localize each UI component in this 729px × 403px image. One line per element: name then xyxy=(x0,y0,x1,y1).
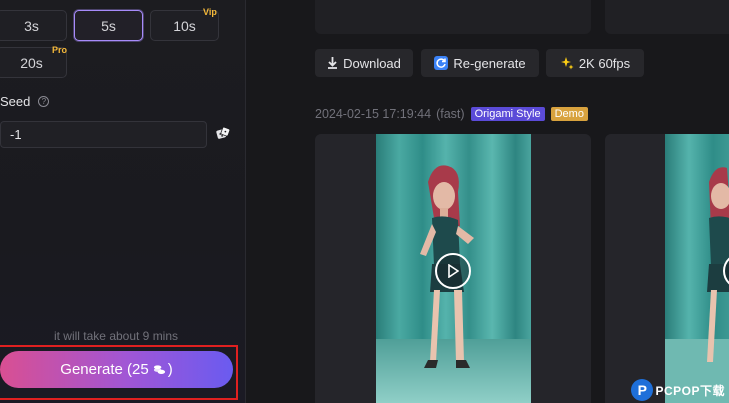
play-icon[interactable] xyxy=(435,253,471,289)
video-card[interactable] xyxy=(605,134,729,403)
dice-icon[interactable] xyxy=(216,126,231,141)
help-icon[interactable]: ? xyxy=(38,96,50,107)
pro-tag: Pro xyxy=(52,45,68,55)
video-card[interactable] xyxy=(315,134,591,403)
seed-input[interactable] xyxy=(0,121,207,148)
duration-3s-label: 3s xyxy=(24,17,39,34)
coin-icon xyxy=(153,364,165,374)
video-thumbnail[interactable] xyxy=(665,134,729,403)
video-thumbnail[interactable] xyxy=(376,134,531,403)
watermark-text: PCPOP下载 xyxy=(655,383,725,398)
style-badge: Origami Style xyxy=(470,107,545,121)
seed-label: Seed ? xyxy=(0,94,50,109)
previous-card-left xyxy=(315,0,591,34)
time-estimate: it will take about 9 mins xyxy=(53,329,179,343)
refresh-icon xyxy=(434,56,449,70)
generate-suffix: ) xyxy=(167,361,173,378)
sparkles-icon xyxy=(560,56,574,70)
duration-10s-label: 10s xyxy=(173,17,196,34)
seed-label-text: Seed xyxy=(0,94,31,109)
download-icon xyxy=(327,57,338,69)
previous-card-right xyxy=(605,0,729,34)
watermark: P PCPOP下载 xyxy=(631,379,725,401)
duration-3s-button[interactable]: 3s xyxy=(0,10,67,41)
watermark-logo-icon: P xyxy=(631,379,654,401)
regenerate-label: Re-generate xyxy=(453,55,526,71)
result-timestamp: 2024-02-15 17:19:44 xyxy=(315,107,432,121)
dancer-image xyxy=(665,134,729,403)
duration-20s-label: 20s xyxy=(20,54,43,71)
vip-tag: Vip xyxy=(203,7,217,17)
result-mode: (fast) xyxy=(436,107,465,121)
results-area: Download Re-generate 2K 60fps 2024-02-15… xyxy=(247,0,729,403)
generate-button[interactable]: Generate (25 ) xyxy=(0,351,233,388)
regenerate-button[interactable]: Re-generate xyxy=(421,49,539,77)
upscale-label: 2K 60fps xyxy=(578,55,631,71)
generate-label: Generate (25 xyxy=(60,361,149,378)
download-button[interactable]: Download xyxy=(315,49,413,77)
result-meta: 2024-02-15 17:19:44 (fast) Origami Style… xyxy=(315,107,588,121)
upscale-button[interactable]: 2K 60fps xyxy=(546,49,644,77)
download-label: Download xyxy=(343,55,401,71)
duration-5s-label: 5s xyxy=(101,17,116,34)
duration-5s-button[interactable]: 5s xyxy=(74,10,143,41)
settings-panel: 3s 5s 10s Vip 20s Pro Seed ? it will tak… xyxy=(0,0,246,403)
demo-badge: Demo xyxy=(550,107,588,121)
